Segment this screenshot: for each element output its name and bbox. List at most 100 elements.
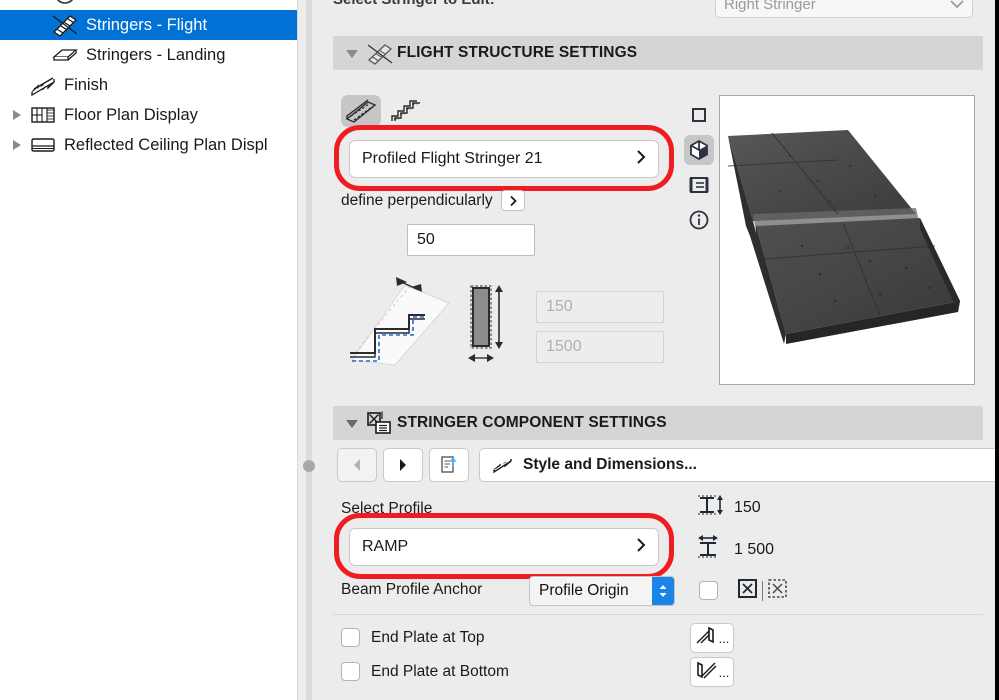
- flight-stringer-value: Profiled Flight Stringer 21: [362, 150, 543, 167]
- style-and-dimensions-label: Style and Dimensions...: [523, 456, 697, 473]
- panel-splitter[interactable]: [297, 0, 319, 700]
- section-view-button[interactable]: [684, 170, 714, 200]
- sidebar-item-label: Finish: [64, 75, 109, 94]
- floor-plan-icon: [28, 102, 58, 128]
- section-title: FLIGHT STRUCTURE SETTINGS: [397, 44, 638, 61]
- beam-width-icon: [694, 533, 724, 566]
- anchor-solid-icon[interactable]: [737, 578, 758, 604]
- sidebar-item-floor-plan-display[interactable]: Floor Plan Display: [0, 100, 297, 130]
- stair-icon: [52, 0, 78, 10]
- select-profile-label: Select Profile: [341, 500, 433, 517]
- end-plate-top-row: End Plate at Top: [341, 628, 484, 647]
- sidebar-item-reflected-ceiling-plan-display[interactable]: Reflected Ceiling Plan Displ: [0, 130, 297, 160]
- beam-height-icon: [694, 492, 724, 523]
- select-stringer-value: Right Stringer: [724, 0, 816, 13]
- style-and-dimensions-button[interactable]: Style and Dimensions...: [479, 448, 995, 482]
- end-plate-bottom-icon: [695, 660, 717, 685]
- define-perpendicularly-button[interactable]: [500, 190, 525, 211]
- flight-stringer-field[interactable]: Profiled Flight Stringer 21: [349, 140, 659, 178]
- icon-divider: [762, 581, 763, 601]
- end-plate-top-dots: ...: [718, 630, 730, 646]
- chevron-right-icon: [636, 537, 646, 558]
- beam-profile-dimension-icon: [459, 278, 525, 368]
- beam-width-row: 1 500: [694, 533, 774, 566]
- anchor-icon-group: [737, 578, 788, 604]
- end-plate-bottom-dots: ...: [718, 664, 730, 680]
- component-settings-icon: [363, 410, 397, 436]
- end-plate-top-icon: [695, 626, 717, 651]
- define-perpendicularly-row: define perpendicularly: [341, 190, 525, 211]
- component-nav-row: Style and Dimensions...: [337, 448, 995, 482]
- flight-structure-settings-header[interactable]: FLIGHT STRUCTURE SETTINGS: [333, 36, 983, 70]
- sidebar-item-finish[interactable]: Finish: [0, 70, 297, 100]
- section-divider: [333, 614, 983, 615]
- sidebar-item-label: Reflected Ceiling Plan Displ: [64, 135, 268, 154]
- select-stringer-row: Select Stringer to Edit: Right Stringer: [319, 0, 995, 20]
- chevron-down-icon: [950, 0, 964, 13]
- anchor-dashed-icon[interactable]: [767, 578, 788, 604]
- splitter-bar[interactable]: [306, 0, 312, 700]
- anchor-mirror-checkbox[interactable]: [699, 581, 718, 600]
- end-plate-bottom-row: End Plate at Bottom: [341, 662, 509, 681]
- stringer-flight-icon: [363, 40, 397, 66]
- stringer-flight-icon: [50, 12, 80, 38]
- select-stringer-label: Select Stringer to Edit:: [333, 0, 495, 8]
- stair-profile-icon: [492, 456, 514, 474]
- select-profile-value: RAMP: [362, 538, 409, 555]
- rcp-icon: [28, 132, 58, 158]
- chevron-right-icon[interactable]: [6, 138, 28, 152]
- application-window: Stringers - Flight Stringers - Landing F…: [0, 0, 999, 700]
- profile-width-value: 1500: [546, 338, 582, 355]
- beam-profile-anchor-label: Beam Profile Anchor: [341, 581, 483, 598]
- stepper-arrows-icon[interactable]: [652, 577, 674, 605]
- stringer-thickness-value: 50: [417, 231, 435, 248]
- end-plate-top-label: End Plate at Top: [371, 628, 485, 646]
- stringer-type-toggle-group: [341, 95, 427, 127]
- 3d-view-button[interactable]: [684, 135, 714, 165]
- end-plate-bottom-options-button[interactable]: ...: [690, 657, 734, 687]
- end-plate-bottom-checkbox[interactable]: [341, 662, 360, 681]
- copy-settings-button[interactable]: [429, 448, 469, 482]
- end-plate-bottom-label: End Plate at Bottom: [371, 662, 509, 680]
- beam-profile-anchor-value: Profile Origin: [539, 582, 629, 599]
- select-stringer-dropdown[interactable]: Right Stringer: [715, 0, 973, 18]
- preview-view-mode-group: [684, 100, 714, 235]
- sidebar-item-label: Stringers - Flight: [86, 15, 208, 34]
- chevron-down-icon[interactable]: [341, 48, 363, 59]
- sidebar-item-stringers-flight[interactable]: Stringers - Flight: [0, 10, 297, 40]
- beam-width-value: 1 500: [734, 540, 775, 558]
- profile-height-value: 150: [546, 298, 573, 315]
- beam-height-value: 150: [734, 498, 761, 516]
- end-plate-top-checkbox[interactable]: [341, 628, 360, 647]
- stringer-section-diagram: [347, 265, 457, 370]
- beam-profile-anchor-dropdown[interactable]: Profile Origin: [529, 576, 675, 606]
- stringer-thickness-input[interactable]: 50: [407, 224, 535, 256]
- settings-tree-sidebar: Stringers - Flight Stringers - Landing F…: [0, 0, 297, 700]
- sidebar-item-label: Floor Plan Display: [64, 105, 198, 124]
- beam-height-row: 150: [694, 492, 761, 523]
- finish-icon: [28, 72, 58, 98]
- tree-item-partial[interactable]: [0, 0, 297, 10]
- stringer-component-settings-header[interactable]: STRINGER COMPONENT SETTINGS: [333, 406, 983, 440]
- settings-panel: Select Stringer to Edit: Right Stringer: [319, 0, 999, 700]
- splitter-grab-handle[interactable]: [303, 460, 315, 472]
- select-profile-field[interactable]: RAMP: [349, 528, 659, 566]
- stringer-landing-icon: [50, 42, 80, 68]
- stepped-stringer-toggle[interactable]: [387, 95, 427, 127]
- 3d-preview[interactable]: [719, 95, 975, 385]
- end-plate-top-options-button[interactable]: ...: [690, 623, 734, 653]
- section-title: STRINGER COMPONENT SETTINGS: [397, 414, 667, 431]
- chevron-right-icon[interactable]: [6, 108, 28, 122]
- chevron-down-icon[interactable]: [341, 418, 363, 429]
- monolithic-stringer-toggle[interactable]: [341, 95, 381, 127]
- 2d-view-button[interactable]: [684, 100, 714, 130]
- profile-height-input[interactable]: 150: [536, 291, 664, 323]
- profile-width-input[interactable]: 1500: [536, 331, 664, 363]
- define-perpendicularly-label: define perpendicularly: [341, 191, 493, 209]
- sidebar-item-stringers-landing[interactable]: Stringers - Landing: [0, 40, 297, 70]
- sidebar-item-label: Stringers - Landing: [86, 45, 226, 64]
- previous-component-button[interactable]: [337, 448, 377, 482]
- chevron-right-icon: [636, 149, 646, 170]
- next-component-button[interactable]: [383, 448, 423, 482]
- info-view-button[interactable]: [684, 205, 714, 235]
